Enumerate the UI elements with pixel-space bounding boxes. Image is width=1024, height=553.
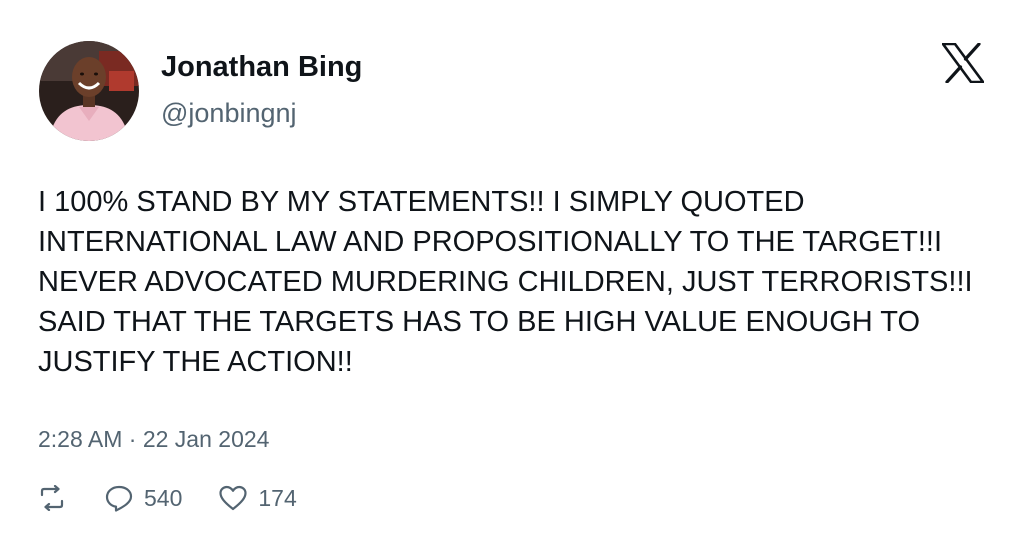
reply-button[interactable]: 540 [104,483,182,513]
profile-photo [39,41,139,141]
tweet-actions: 540 174 [38,480,297,516]
retweet-button[interactable] [38,485,66,511]
author-display-name[interactable]: Jonathan Bing [161,49,362,85]
tweet-timestamp[interactable]: 2:28 AM · 22 Jan 2024 [38,424,269,454]
reply-count: 540 [144,485,183,511]
reply-icon [104,484,134,512]
like-button[interactable]: 174 [218,483,297,513]
like-count: 174 [258,485,297,511]
heart-icon [218,484,248,512]
tweet-text: I 100% STAND BY MY STATEMENTS!! I SIMPLY… [38,186,973,378]
x-logo-icon[interactable] [942,43,984,83]
author-handle[interactable]: @jonbingnj [161,96,297,130]
avatar[interactable] [39,41,139,141]
retweet-icon [38,485,66,511]
